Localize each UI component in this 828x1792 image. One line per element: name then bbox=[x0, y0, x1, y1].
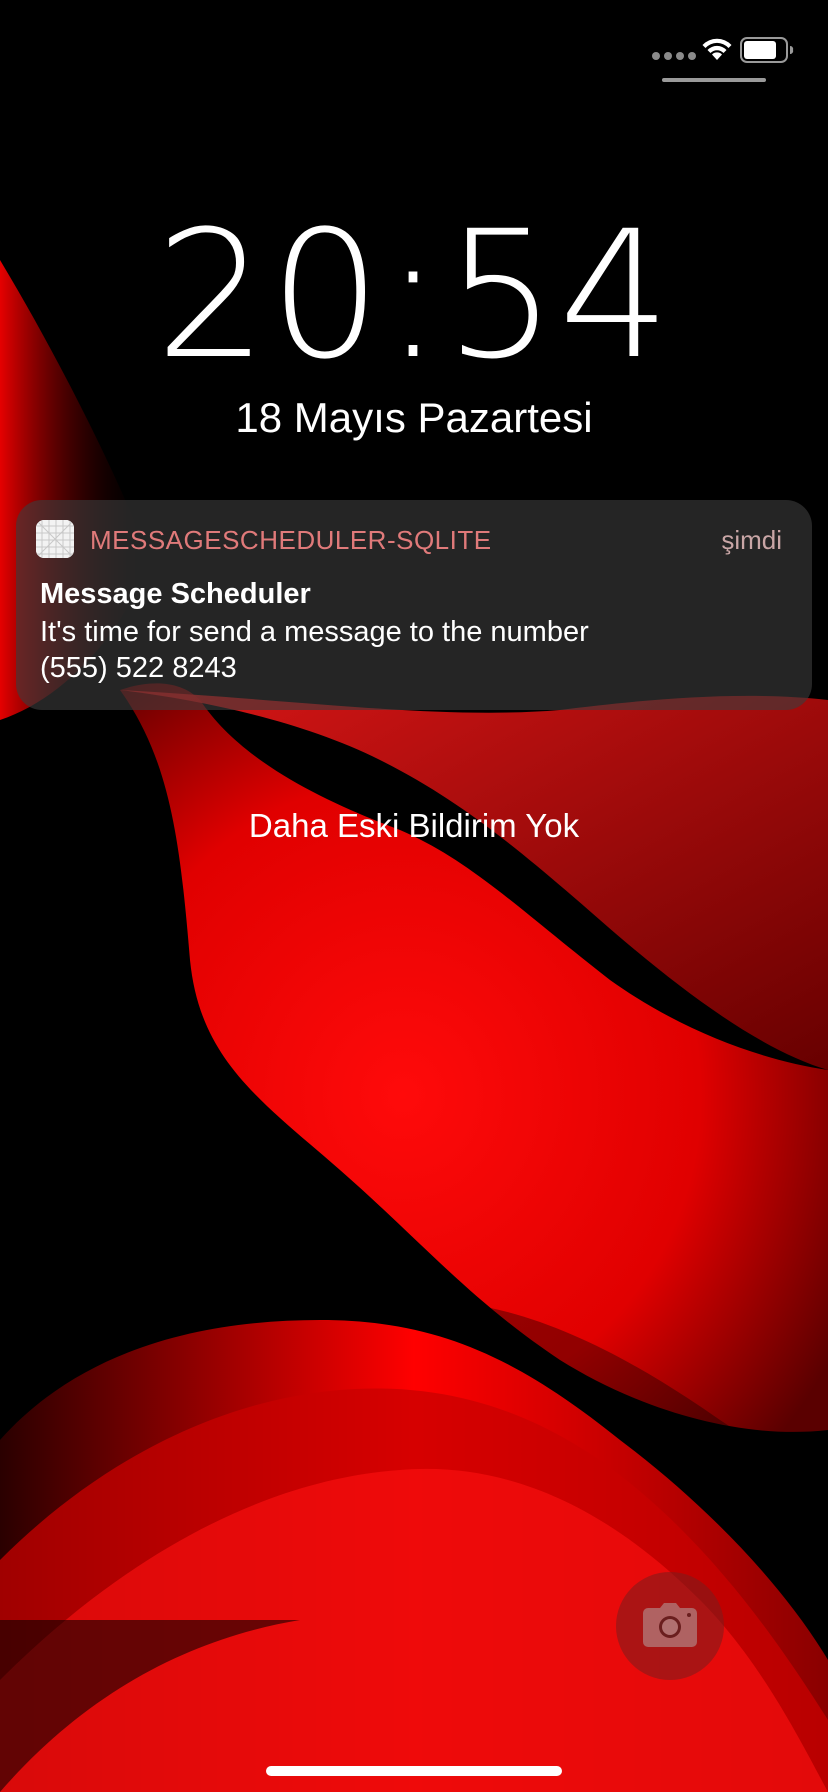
notification-body: It's time for send a message to the numb… bbox=[40, 616, 589, 684]
camera-icon bbox=[643, 1603, 697, 1647]
notification-title: Message Scheduler bbox=[40, 578, 311, 610]
camera-button[interactable] bbox=[616, 1572, 724, 1680]
lock-screen-date: 18 Mayıs Pazartesi bbox=[235, 394, 593, 441]
status-bar bbox=[0, 0, 828, 100]
app-icon bbox=[36, 520, 74, 558]
wifi-icon bbox=[702, 38, 732, 60]
no-older-notifications-label: Daha Eski Bildirim Yok bbox=[248, 807, 580, 844]
notification-app-name: MESSAGESCHEDULER-SQLITE bbox=[90, 525, 492, 555]
notification-card[interactable]: MESSAGESCHEDULER-SQLITE şimdi Message Sc… bbox=[16, 500, 812, 710]
battery-icon bbox=[740, 37, 794, 63]
control-center-indicator[interactable] bbox=[662, 78, 766, 82]
notification-time: şimdi bbox=[721, 525, 782, 555]
cellular-signal-icon bbox=[652, 52, 696, 60]
home-indicator[interactable] bbox=[266, 1766, 562, 1776]
lock-screen-time: 20:54 bbox=[155, 193, 673, 398]
